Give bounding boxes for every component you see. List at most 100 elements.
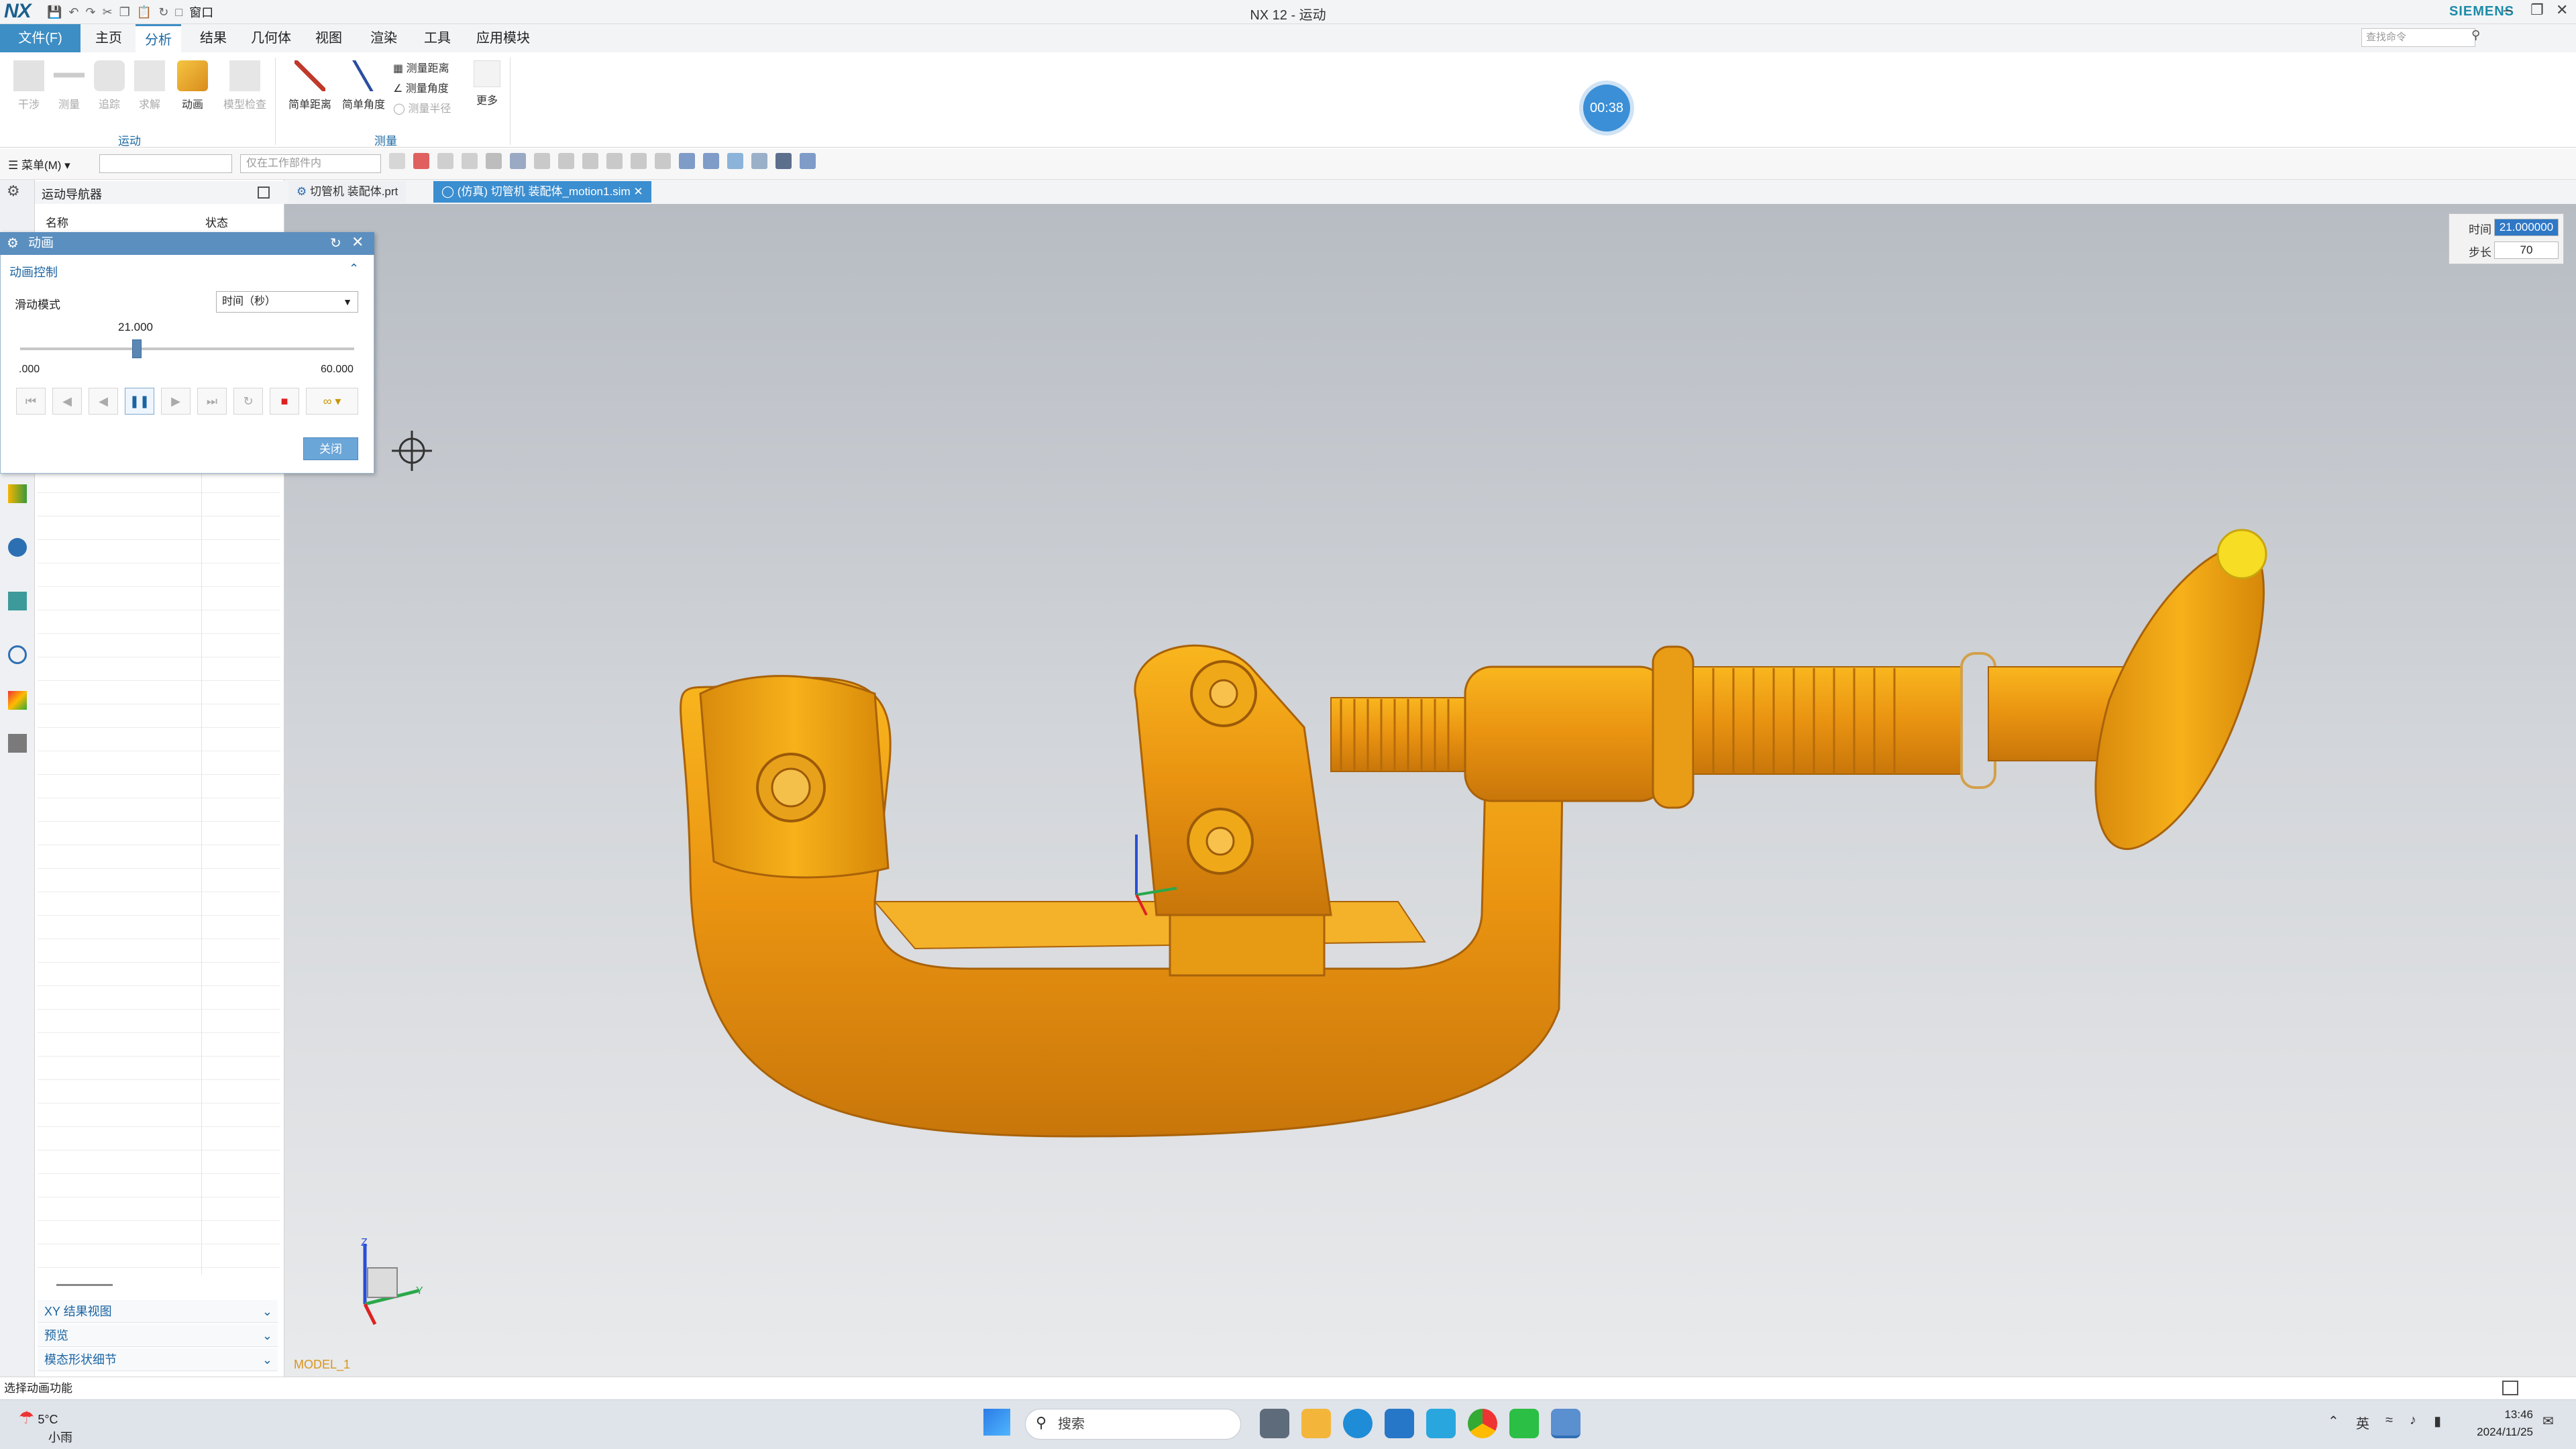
step-forward-button[interactable]: ▶: [161, 388, 191, 415]
interference-button[interactable]: 干涉: [7, 60, 51, 111]
scope-filter-select[interactable]: 仅在工作部件内: [240, 154, 381, 173]
nx-app-icon[interactable]: [1551, 1409, 1580, 1438]
help-icon[interactable]: [1426, 1409, 1456, 1438]
fullscreen-icon[interactable]: [2502, 1381, 2518, 1395]
time-slider-thumb[interactable]: [132, 339, 142, 358]
info-icon[interactable]: [8, 538, 27, 557]
forward-to-end-button[interactable]: ⏭: [197, 388, 227, 415]
clock-icon[interactable]: [8, 645, 27, 664]
palette-icon[interactable]: [8, 691, 27, 710]
task-view-icon[interactable]: [1260, 1409, 1289, 1438]
settings-icon[interactable]: ⚙: [7, 182, 20, 200]
step-input[interactable]: 70: [2494, 241, 2559, 259]
screw-barrel[interactable]: [1464, 665, 1668, 802]
collapse-icon[interactable]: ⌃: [349, 262, 359, 276]
measure-radius-item[interactable]: ◯ 测量半径: [393, 99, 451, 115]
trace-button[interactable]: 追踪: [87, 60, 131, 111]
close-window-button[interactable]: ✕: [2556, 1, 2568, 19]
pause-button[interactable]: ❚❚: [125, 388, 154, 415]
battery-icon[interactable]: ▮: [2434, 1413, 2441, 1430]
layer-icon[interactable]: [751, 153, 767, 169]
tab-results[interactable]: 结果: [191, 24, 236, 52]
ime-indicator[interactable]: 英: [2356, 1413, 2369, 1432]
system-clock[interactable]: 13:46 2024/11/25: [2453, 1406, 2533, 1441]
menu-file[interactable]: 文件(F): [0, 24, 80, 52]
tab-analysis[interactable]: 分析: [136, 24, 181, 52]
store-icon[interactable]: [1385, 1409, 1414, 1438]
chrome-icon[interactable]: [1468, 1409, 1497, 1438]
step-back-button[interactable]: ◀: [52, 388, 82, 415]
column-status[interactable]: 状态: [205, 213, 228, 230]
maximize-panel-icon[interactable]: [258, 186, 270, 199]
select-icon[interactable]: [413, 153, 429, 169]
model-check-button[interactable]: 模型检查: [216, 60, 274, 111]
tab-applications[interactable]: 应用模块: [467, 24, 539, 52]
line-icon[interactable]: [558, 153, 574, 169]
view-fit-icon[interactable]: [679, 153, 695, 169]
simple-distance-button[interactable]: 简单距离: [282, 60, 338, 111]
command-search-input[interactable]: 查找命令: [2361, 28, 2475, 47]
wechat-icon[interactable]: [1509, 1409, 1539, 1438]
tab-home[interactable]: 主页: [86, 24, 131, 52]
history-icon[interactable]: [8, 592, 27, 610]
tab-tools[interactable]: 工具: [415, 24, 460, 52]
orient-icon[interactable]: [800, 153, 816, 169]
tab-part-file[interactable]: ⚙ 切管机 装配体.prt: [288, 181, 407, 203]
accordion-mode-shape[interactable]: 模态形状细节 ⌄: [38, 1348, 278, 1371]
play-reverse-button[interactable]: ◀: [89, 388, 118, 415]
close-button[interactable]: 关闭: [303, 437, 358, 460]
accordion-xy-results[interactable]: XY 结果视图 ⌄: [38, 1300, 278, 1323]
render-style-icon[interactable]: [727, 153, 743, 169]
rewind-to-start-button[interactable]: ⏮: [16, 388, 46, 415]
circle-icon[interactable]: [606, 153, 623, 169]
shaded-icon[interactable]: [775, 153, 792, 169]
section-header[interactable]: 动画控制: [9, 263, 58, 280]
role-icon[interactable]: [8, 734, 27, 753]
plus-icon[interactable]: [631, 153, 647, 169]
taskbar-search[interactable]: 搜索: [1025, 1409, 1241, 1440]
type-filter-select[interactable]: [99, 154, 232, 173]
edge-icon[interactable]: [1343, 1409, 1373, 1438]
graphics-viewport[interactable]: [284, 204, 2576, 1377]
tab-close-icon[interactable]: ✕: [633, 185, 643, 198]
measure-button[interactable]: 测量: [47, 60, 91, 111]
point-icon[interactable]: [534, 153, 550, 169]
solid-icon[interactable]: [510, 153, 526, 169]
part-navigator-icon[interactable]: [8, 484, 27, 503]
pipe-cutter-model[interactable]: [284, 204, 2576, 1377]
playback-mode-button[interactable]: ∞ ▾: [306, 388, 358, 415]
reset-icon[interactable]: ↻: [330, 235, 341, 252]
navigator-scrollbar[interactable]: [56, 1284, 113, 1286]
tab-geometry[interactable]: 几何体: [241, 24, 301, 52]
solve-button[interactable]: 求解: [127, 60, 172, 111]
menu-button[interactable]: ☰ 菜单(M) ▾: [8, 156, 70, 172]
stop-button[interactable]: ■: [270, 388, 299, 415]
restore-button[interactable]: ❐: [2530, 1, 2544, 19]
tray-overflow-icon[interactable]: ⌃: [2328, 1413, 2339, 1430]
notification-icon[interactable]: ✉: [2542, 1413, 2554, 1430]
filter-icon[interactable]: [389, 153, 405, 169]
box-select-icon[interactable]: [462, 153, 478, 169]
simple-angle-button[interactable]: 简单角度: [335, 60, 392, 111]
accordion-preview[interactable]: 预览 ⌄: [38, 1324, 278, 1347]
time-input[interactable]: 21.000000: [2494, 219, 2559, 236]
tab-sim-file[interactable]: ◯ (仿真) 切管机 装配体_motion1.sim ✕: [433, 181, 651, 203]
tab-render[interactable]: 渲染: [361, 24, 407, 52]
minimize-button[interactable]: –: [2504, 1, 2512, 19]
file-explorer-icon[interactable]: [1301, 1409, 1331, 1438]
measure-distance-item[interactable]: ▦ 测量距离: [393, 59, 449, 75]
weather-widget[interactable]: ☂ 5°C 小雨: [19, 1407, 72, 1446]
time-slider-track[interactable]: [20, 347, 354, 350]
start-icon[interactable]: [983, 1409, 1010, 1436]
lasso-icon[interactable]: [437, 153, 453, 169]
animation-button[interactable]: 动画: [170, 60, 215, 111]
cube-icon[interactable]: [486, 153, 502, 169]
rotate-icon[interactable]: [703, 153, 719, 169]
tab-view[interactable]: 视图: [306, 24, 352, 52]
volume-icon[interactable]: ♪: [2410, 1413, 2416, 1428]
snap-icon[interactable]: [655, 153, 671, 169]
handle-knob[interactable]: [2094, 545, 2265, 851]
curve-icon[interactable]: [582, 153, 598, 169]
column-name[interactable]: 名称: [46, 213, 68, 230]
slide-mode-select[interactable]: 时间（秒） ▼: [216, 291, 358, 313]
